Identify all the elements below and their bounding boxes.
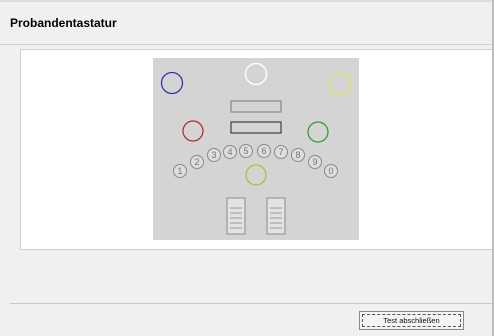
page-header: Probandentastatur xyxy=(0,8,492,45)
number-key-label: 8 xyxy=(295,150,300,160)
number-key-1[interactable]: 1 xyxy=(173,164,187,178)
page-title: Probandentastatur xyxy=(10,16,117,30)
top-edge xyxy=(0,0,494,2)
number-key-9[interactable]: 9 xyxy=(308,155,322,169)
right-pedal[interactable] xyxy=(266,197,286,235)
number-keys: 1 2 3 4 5 6 7 8 9 0 xyxy=(173,144,338,178)
left-key[interactable] xyxy=(182,120,204,142)
bottom-center-key[interactable] xyxy=(245,164,267,186)
finish-test-button[interactable]: Test abschließen xyxy=(359,311,464,330)
top-left-key[interactable] xyxy=(160,71,184,95)
number-key-label: 5 xyxy=(243,146,248,156)
subject-keyboard: 1 2 3 4 5 6 7 8 9 0 xyxy=(153,58,359,240)
left-pedal[interactable] xyxy=(226,197,246,235)
upper-bar xyxy=(230,100,282,113)
number-key-5[interactable]: 5 xyxy=(239,144,253,158)
number-key-label: 3 xyxy=(211,150,216,160)
number-key-label: 4 xyxy=(227,147,232,157)
number-key-label: 9 xyxy=(312,157,317,167)
number-key-7[interactable]: 7 xyxy=(274,145,288,159)
number-key-label: 2 xyxy=(194,157,199,167)
number-key-label: 0 xyxy=(328,166,333,176)
number-key-2[interactable]: 2 xyxy=(190,155,204,169)
number-key-8[interactable]: 8 xyxy=(291,148,305,162)
top-center-key[interactable] xyxy=(244,62,268,86)
number-key-4[interactable]: 4 xyxy=(223,145,237,159)
right-key[interactable] xyxy=(307,121,329,143)
number-key-6[interactable]: 6 xyxy=(257,144,271,158)
top-right-key[interactable] xyxy=(328,72,352,96)
number-key-3[interactable]: 3 xyxy=(207,148,221,162)
app-window: Probandentastatur 1 2 3 4 5 6 7 8 9 0 Test abschl… xyxy=(0,0,494,336)
number-key-label: 1 xyxy=(177,166,182,176)
number-key-0[interactable]: 0 xyxy=(324,164,338,178)
number-key-label: 6 xyxy=(261,146,266,156)
finish-test-label: Test abschließen xyxy=(383,316,440,325)
footer-divider xyxy=(10,303,492,304)
number-key-label: 7 xyxy=(278,147,283,157)
lower-bar xyxy=(230,121,282,134)
